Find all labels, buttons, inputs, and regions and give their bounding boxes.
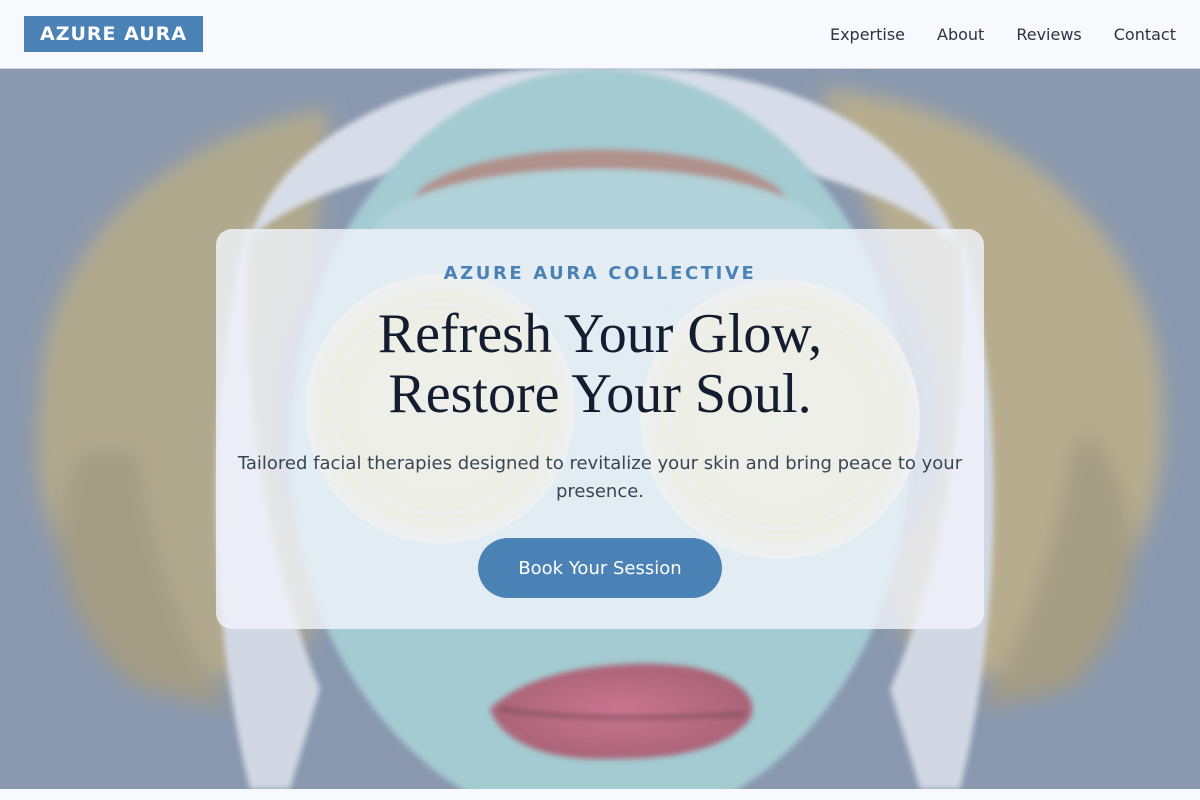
site-header: AZURE AURA Expertise About Reviews Conta… <box>0 0 1200 69</box>
nav-link-expertise[interactable]: Expertise <box>830 25 905 44</box>
headline-line-1: Refresh Your Glow, <box>377 303 823 365</box>
headline-line-2: Restore Your Soul. <box>388 363 812 425</box>
hero-section: AZURE AURA COLLECTIVE Refresh Your Glow,… <box>0 69 1200 789</box>
brand-logo[interactable]: AZURE AURA <box>24 16 204 52</box>
page-bottom-edge <box>0 789 1200 800</box>
nav-link-reviews[interactable]: Reviews <box>1016 25 1081 44</box>
hero-eyebrow: AZURE AURA COLLECTIVE <box>443 263 757 284</box>
hero-headline: Refresh Your Glow, Restore Your Soul. <box>216 304 984 424</box>
hero-subtext: Tailored facial therapies designed to re… <box>237 453 963 502</box>
hero-card: AZURE AURA COLLECTIVE Refresh Your Glow,… <box>216 229 984 629</box>
nav-link-about[interactable]: About <box>937 25 984 44</box>
nav-link-contact[interactable]: Contact <box>1114 25 1176 44</box>
main-nav: Expertise About Reviews Contact <box>830 25 1176 44</box>
book-session-button[interactable]: Book Your Session <box>478 538 722 598</box>
